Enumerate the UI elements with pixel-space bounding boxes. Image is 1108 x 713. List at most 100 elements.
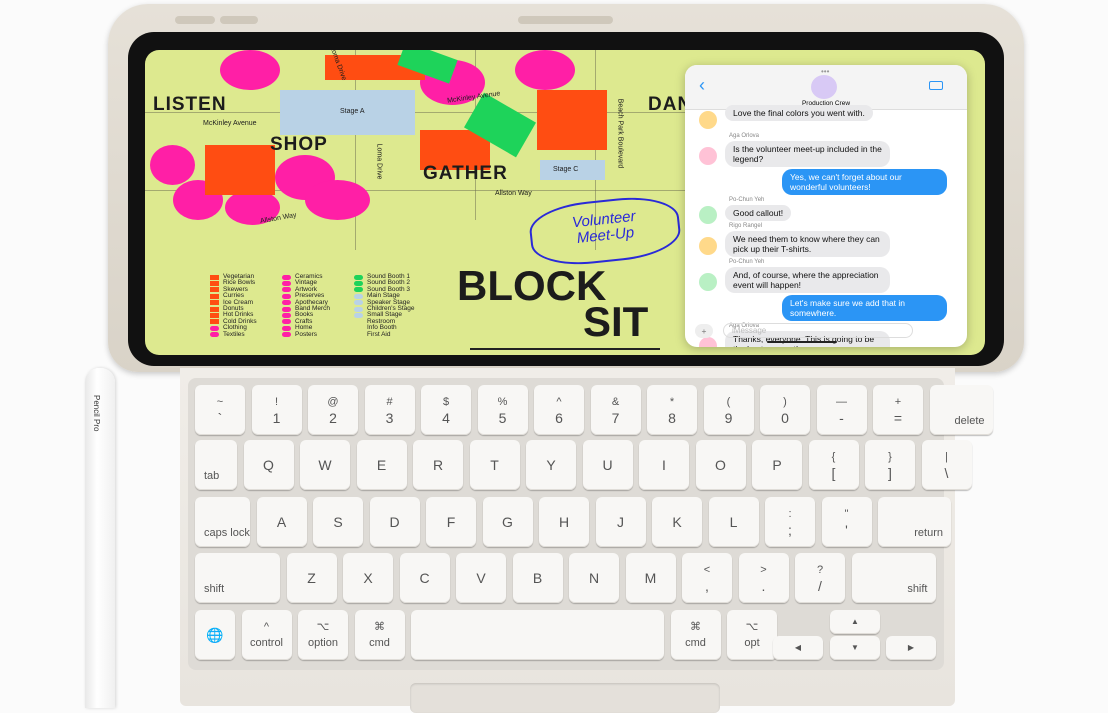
key-[interactable]: <, bbox=[682, 553, 732, 603]
legend-swatch bbox=[354, 293, 363, 299]
message-bubble[interactable]: Good callout! bbox=[725, 205, 792, 221]
plus-icon[interactable]: + bbox=[695, 324, 713, 338]
key-[interactable]: }] bbox=[865, 440, 915, 490]
key-label: F bbox=[446, 514, 456, 530]
message-bubble[interactable]: Yes, we can't forget about our wonderful… bbox=[782, 169, 947, 195]
key-shift-label: : bbox=[788, 508, 792, 520]
message-bubble[interactable]: We need them to know where they can pick… bbox=[725, 231, 890, 257]
key-1[interactable]: ! 1 bbox=[251, 385, 302, 435]
key-capslock[interactable]: caps lock bbox=[195, 497, 250, 547]
key-shift[interactable]: shift bbox=[195, 553, 280, 603]
key-0[interactable]: ) 0 bbox=[760, 385, 810, 435]
key-[interactable]: + = bbox=[873, 385, 923, 435]
key-A[interactable]: A bbox=[256, 497, 307, 547]
key-F[interactable]: F bbox=[426, 497, 476, 547]
key-L[interactable]: L bbox=[708, 497, 759, 547]
key-control[interactable]: ^ control bbox=[241, 610, 292, 660]
group-avatar[interactable] bbox=[811, 75, 837, 99]
video-call-icon[interactable] bbox=[929, 81, 943, 90]
key-[interactable]: :; bbox=[765, 497, 815, 547]
legend-swatch bbox=[210, 293, 219, 299]
key-J[interactable]: J bbox=[595, 497, 646, 547]
key-cmd[interactable]: ⌘ cmd bbox=[354, 610, 405, 660]
key-label: 4 bbox=[442, 410, 450, 426]
message-bubble[interactable]: And, of course, where the appreciation e… bbox=[725, 267, 890, 293]
key-Q[interactable]: Q bbox=[243, 440, 294, 490]
key-C[interactable]: C bbox=[399, 553, 450, 603]
legend-swatch bbox=[210, 306, 219, 312]
key-label: I bbox=[662, 457, 666, 473]
key-B[interactable]: B bbox=[512, 553, 563, 603]
legend-swatch bbox=[210, 300, 219, 306]
arrow-key[interactable]: ▶ bbox=[886, 636, 936, 660]
legend-swatch bbox=[354, 326, 363, 331]
key-label: ] bbox=[888, 465, 892, 481]
back-icon[interactable]: ‹ bbox=[699, 75, 705, 96]
message-input[interactable]: iMessage bbox=[723, 323, 913, 338]
key-M[interactable]: M bbox=[625, 553, 676, 603]
key-8[interactable]: * 8 bbox=[647, 385, 697, 435]
key-Z[interactable]: Z bbox=[286, 553, 337, 603]
key-shift[interactable]: shift bbox=[851, 553, 936, 603]
key-return[interactable]: return bbox=[878, 497, 951, 547]
message-bubble[interactable]: Love the final colors you went with. bbox=[725, 105, 873, 121]
key-O[interactable]: O bbox=[695, 440, 746, 490]
key-[interactable]: " ' bbox=[821, 497, 872, 547]
key-opt[interactable]: ⌥ opt bbox=[727, 610, 777, 660]
home-indicator bbox=[470, 348, 660, 350]
key-[interactable]: | \ bbox=[921, 440, 972, 490]
arrow-key[interactable]: ▲ bbox=[830, 610, 880, 634]
key-S[interactable]: S bbox=[313, 497, 363, 547]
key-P[interactable]: P bbox=[752, 440, 802, 490]
key-label: / bbox=[818, 578, 822, 594]
key-N[interactable]: N bbox=[569, 553, 619, 603]
key-2[interactable]: @2 bbox=[308, 385, 358, 435]
stage-label: Stage A bbox=[340, 108, 365, 115]
key-I[interactable]: I bbox=[639, 440, 689, 490]
key-[interactable]: — - bbox=[816, 385, 867, 435]
key-G[interactable]: G bbox=[482, 497, 533, 547]
key-tab[interactable]: tab bbox=[195, 440, 237, 490]
arrow-key[interactable]: ◀ bbox=[773, 636, 823, 660]
legend-swatch bbox=[210, 319, 219, 325]
key-9[interactable]: (9 bbox=[703, 385, 754, 435]
key-4[interactable]: $4 bbox=[421, 385, 471, 435]
arrow-key[interactable]: ▼ bbox=[830, 636, 880, 660]
key-E[interactable]: E bbox=[356, 440, 407, 490]
key-[interactable]: ? / bbox=[795, 553, 845, 603]
key-shift-label: # bbox=[386, 396, 393, 408]
key-[interactable]: >. bbox=[738, 553, 789, 603]
key-shift-label: ⌥ bbox=[745, 621, 759, 633]
key-X[interactable]: X bbox=[343, 553, 393, 603]
key-T[interactable]: T bbox=[469, 440, 520, 490]
home-indicator bbox=[767, 341, 837, 343]
key-V[interactable]: V bbox=[456, 553, 506, 603]
trackpad[interactable] bbox=[410, 683, 720, 713]
key-Y[interactable]: Y bbox=[526, 440, 576, 490]
legend-swatch bbox=[282, 306, 291, 312]
key-6[interactable]: ^ 6 bbox=[534, 385, 584, 435]
key-cmd[interactable]: ⌘ cmd bbox=[670, 610, 721, 660]
key-7[interactable]: & 7 bbox=[590, 385, 641, 435]
volunteer-meetup-label: Volunteer Meet-Up bbox=[527, 192, 683, 270]
key-W[interactable]: W bbox=[300, 440, 350, 490]
key-[interactable]: {[ bbox=[808, 440, 859, 490]
key-[interactable]: ~ ` bbox=[195, 385, 245, 435]
key-delete[interactable]: delete bbox=[929, 385, 993, 435]
key-option[interactable]: ⌥ option bbox=[298, 610, 348, 660]
legend-swatch bbox=[210, 313, 219, 319]
message-bubble[interactable]: Is the volunteer meet-up included in the… bbox=[725, 141, 890, 167]
message-bubble[interactable]: Let's make sure we add that in somewhere… bbox=[782, 295, 947, 321]
space-key[interactable] bbox=[411, 610, 664, 660]
key-K[interactable]: K bbox=[652, 497, 702, 547]
key-shift-label: > bbox=[760, 564, 767, 576]
key-R[interactable]: R bbox=[413, 440, 463, 490]
key-3[interactable]: #3 bbox=[364, 385, 415, 435]
key-D[interactable]: D bbox=[369, 497, 420, 547]
messages-window[interactable]: ••• ‹ Production Crew Love the final col… bbox=[685, 65, 967, 347]
key-5[interactable]: % 5 bbox=[477, 385, 528, 435]
key-U[interactable]: U bbox=[582, 440, 633, 490]
key-H[interactable]: H bbox=[539, 497, 589, 547]
key-[interactable]: 🌐 bbox=[195, 610, 235, 660]
key-label: V bbox=[476, 570, 486, 586]
